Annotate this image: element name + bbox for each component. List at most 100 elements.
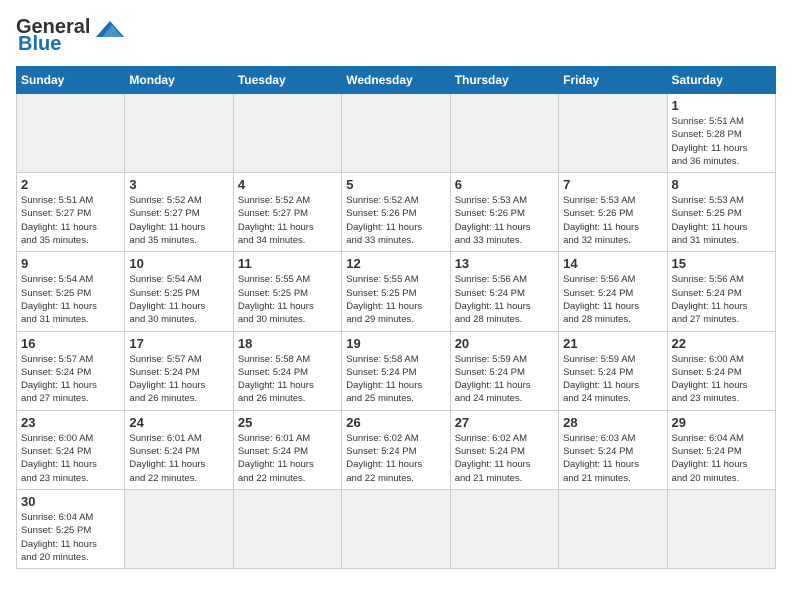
day-number: 9 [21,256,120,271]
calendar-cell: 8 Sunrise: 5:53 AM Sunset: 5:25 PM Daylig… [667,173,775,252]
day-number: 26 [346,415,445,430]
day-number: 20 [455,336,554,351]
day-info: Sunrise: 5:53 AM Sunset: 5:25 PM Dayligh… [672,194,771,247]
calendar-row-5: 30 Sunrise: 6:04 AM Sunset: 5:25 PM Dayli… [17,489,776,568]
logo-blue-text: Blue [18,33,61,56]
calendar-cell: 20 Sunrise: 5:59 AM Sunset: 5:24 PM Dayli… [450,331,558,410]
calendar-cell: 22Sunrise: 6:00 AM Sunset: 5:24 PM Dayli… [667,331,775,410]
day-info: Sunrise: 6:04 AM Sunset: 5:25 PM Dayligh… [21,511,120,564]
calendar-cell [233,94,341,173]
day-info: Sunrise: 5:52 AM Sunset: 5:27 PM Dayligh… [238,194,337,247]
calendar-cell [559,489,667,568]
weekday-header-row: SundayMondayTuesdayWednesdayThursdayFrid… [17,67,776,94]
calendar-cell: 26 Sunrise: 6:02 AM Sunset: 5:24 PM Dayli… [342,410,450,489]
day-number: 4 [238,177,337,192]
day-info: Sunrise: 5:51 AM Sunset: 5:27 PM Dayligh… [21,194,120,247]
day-number: 15 [672,256,771,271]
day-number: 13 [455,256,554,271]
calendar-cell [125,489,233,568]
day-info: Sunrise: 5:57 AM Sunset: 5:24 PM Dayligh… [21,353,120,406]
day-number: 23 [21,415,120,430]
day-number: 3 [129,177,228,192]
day-number: 18 [238,336,337,351]
calendar-cell: 29 Sunrise: 6:04 AM Sunset: 5:24 PM Dayli… [667,410,775,489]
calendar-cell: 1 Sunrise: 5:51 AM Sunset: 5:28 PM Daylig… [667,94,775,173]
calendar-cell: 10Sunrise: 5:54 AM Sunset: 5:25 PM Dayli… [125,252,233,331]
day-number: 27 [455,415,554,430]
day-number: 25 [238,415,337,430]
day-number: 29 [672,415,771,430]
calendar-cell: 21Sunrise: 5:59 AM Sunset: 5:24 PM Dayli… [559,331,667,410]
day-number: 11 [238,256,337,271]
day-info: Sunrise: 5:56 AM Sunset: 5:24 PM Dayligh… [672,273,771,326]
calendar-cell: 23Sunrise: 6:00 AM Sunset: 5:24 PM Dayli… [17,410,125,489]
day-number: 14 [563,256,662,271]
calendar-cell [17,94,125,173]
day-number: 12 [346,256,445,271]
day-number: 7 [563,177,662,192]
calendar-cell: 3 Sunrise: 5:52 AM Sunset: 5:27 PM Daylig… [125,173,233,252]
day-info: Sunrise: 5:52 AM Sunset: 5:27 PM Dayligh… [129,194,228,247]
calendar-row-0: 1 Sunrise: 5:51 AM Sunset: 5:28 PM Daylig… [17,94,776,173]
day-info: Sunrise: 5:53 AM Sunset: 5:26 PM Dayligh… [563,194,662,247]
day-number: 5 [346,177,445,192]
day-info: Sunrise: 5:55 AM Sunset: 5:25 PM Dayligh… [346,273,445,326]
day-info: Sunrise: 6:01 AM Sunset: 5:24 PM Dayligh… [238,432,337,485]
calendar-cell: 5 Sunrise: 5:52 AM Sunset: 5:26 PM Daylig… [342,173,450,252]
weekday-header-sunday: Sunday [17,67,125,94]
day-info: Sunrise: 5:59 AM Sunset: 5:24 PM Dayligh… [563,353,662,406]
calendar-cell: 4 Sunrise: 5:52 AM Sunset: 5:27 PM Daylig… [233,173,341,252]
calendar-cell: 6Sunrise: 5:53 AM Sunset: 5:26 PM Daylig… [450,173,558,252]
calendar-cell: 24Sunrise: 6:01 AM Sunset: 5:24 PM Dayli… [125,410,233,489]
day-info: Sunrise: 6:02 AM Sunset: 5:24 PM Dayligh… [455,432,554,485]
day-info: Sunrise: 5:57 AM Sunset: 5:24 PM Dayligh… [129,353,228,406]
day-number: 30 [21,494,120,509]
day-info: Sunrise: 5:51 AM Sunset: 5:28 PM Dayligh… [672,115,771,168]
calendar-cell [342,489,450,568]
day-number: 17 [129,336,228,351]
day-info: Sunrise: 6:02 AM Sunset: 5:24 PM Dayligh… [346,432,445,485]
calendar-cell [450,489,558,568]
day-number: 1 [672,98,771,113]
calendar-cell: 15 Sunrise: 5:56 AM Sunset: 5:24 PM Dayli… [667,252,775,331]
calendar-cell [233,489,341,568]
calendar-cell: 7 Sunrise: 5:53 AM Sunset: 5:26 PM Daylig… [559,173,667,252]
day-number: 19 [346,336,445,351]
calendar-cell: 14 Sunrise: 5:56 AM Sunset: 5:24 PM Dayli… [559,252,667,331]
day-info: Sunrise: 5:58 AM Sunset: 5:24 PM Dayligh… [238,353,337,406]
day-number: 2 [21,177,120,192]
logo: General Blue [16,16,128,56]
day-info: Sunrise: 5:59 AM Sunset: 5:24 PM Dayligh… [455,353,554,406]
calendar-cell: 11 Sunrise: 5:55 AM Sunset: 5:25 PM Dayli… [233,252,341,331]
day-info: Sunrise: 5:52 AM Sunset: 5:26 PM Dayligh… [346,194,445,247]
day-info: Sunrise: 5:55 AM Sunset: 5:25 PM Dayligh… [238,273,337,326]
day-info: Sunrise: 6:01 AM Sunset: 5:24 PM Dayligh… [129,432,228,485]
calendar-cell: 30 Sunrise: 6:04 AM Sunset: 5:25 PM Dayli… [17,489,125,568]
calendar-cell: 27 Sunrise: 6:02 AM Sunset: 5:24 PM Dayli… [450,410,558,489]
day-info: Sunrise: 5:56 AM Sunset: 5:24 PM Dayligh… [455,273,554,326]
day-number: 28 [563,415,662,430]
calendar-table: SundayMondayTuesdayWednesdayThursdayFrid… [16,66,776,569]
calendar-cell [450,94,558,173]
calendar-row-1: 2 Sunrise: 5:51 AM Sunset: 5:27 PM Daylig… [17,173,776,252]
day-info: Sunrise: 6:03 AM Sunset: 5:24 PM Dayligh… [563,432,662,485]
page-header: General Blue [16,16,776,56]
calendar-cell [125,94,233,173]
weekday-header-thursday: Thursday [450,67,558,94]
day-info: Sunrise: 5:54 AM Sunset: 5:25 PM Dayligh… [21,273,120,326]
calendar-cell: 9 Sunrise: 5:54 AM Sunset: 5:25 PM Daylig… [17,252,125,331]
day-number: 22 [672,336,771,351]
day-info: Sunrise: 5:56 AM Sunset: 5:24 PM Dayligh… [563,273,662,326]
day-info: Sunrise: 6:04 AM Sunset: 5:24 PM Dayligh… [672,432,771,485]
calendar-cell: 2 Sunrise: 5:51 AM Sunset: 5:27 PM Daylig… [17,173,125,252]
calendar-cell: 18 Sunrise: 5:58 AM Sunset: 5:24 PM Dayli… [233,331,341,410]
day-info: Sunrise: 5:53 AM Sunset: 5:26 PM Dayligh… [455,194,554,247]
calendar-cell [342,94,450,173]
calendar-row-3: 16 Sunrise: 5:57 AM Sunset: 5:24 PM Dayli… [17,331,776,410]
day-info: Sunrise: 5:54 AM Sunset: 5:25 PM Dayligh… [129,273,228,326]
calendar-cell: 16 Sunrise: 5:57 AM Sunset: 5:24 PM Dayli… [17,331,125,410]
calendar-cell: 28 Sunrise: 6:03 AM Sunset: 5:24 PM Dayli… [559,410,667,489]
day-number: 8 [672,177,771,192]
day-number: 16 [21,336,120,351]
calendar-cell [559,94,667,173]
